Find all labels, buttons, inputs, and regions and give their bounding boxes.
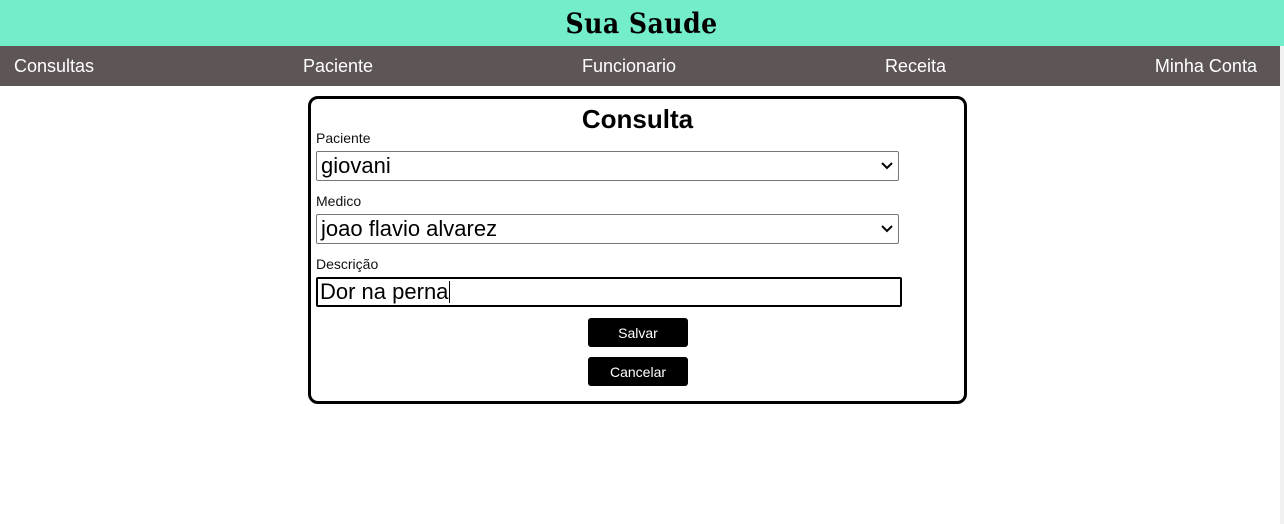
descricao-value: Dor na perna — [320, 279, 449, 304]
chevron-down-icon — [878, 214, 896, 244]
paciente-select[interactable]: giovani — [316, 151, 899, 181]
paciente-selected-value: giovani — [321, 153, 391, 178]
brand-title: Sua Saude — [565, 6, 719, 40]
nav-item-receita[interactable]: Receita — [885, 56, 946, 77]
save-button[interactable]: Salvar — [588, 318, 688, 347]
consulta-form-card: Consulta Paciente giovani Medico joao fl… — [308, 96, 967, 404]
descricao-label: Descrição — [316, 256, 379, 272]
text-caret — [449, 281, 451, 303]
paciente-label: Paciente — [316, 130, 371, 146]
form-title: Consulta — [581, 104, 694, 134]
main-nav: Consultas Paciente Funcionario Receita M… — [0, 46, 1280, 86]
cancel-button[interactable]: Cancelar — [588, 357, 688, 386]
nav-item-funcionario[interactable]: Funcionario — [582, 56, 676, 77]
nav-item-paciente[interactable]: Paciente — [303, 56, 373, 77]
chevron-down-icon — [878, 151, 896, 181]
medico-select[interactable]: joao flavio alvarez — [316, 214, 899, 244]
medico-selected-value: joao flavio alvarez — [321, 216, 498, 241]
descricao-input[interactable]: Dor na perna — [316, 277, 902, 307]
nav-item-minha-conta[interactable]: Minha Conta — [1155, 56, 1257, 77]
medico-label: Medico — [316, 193, 362, 209]
page-scrollbar[interactable] — [1280, 46, 1284, 524]
nav-item-consultas[interactable]: Consultas — [14, 56, 94, 77]
app-header: Sua Saude — [0, 0, 1284, 46]
